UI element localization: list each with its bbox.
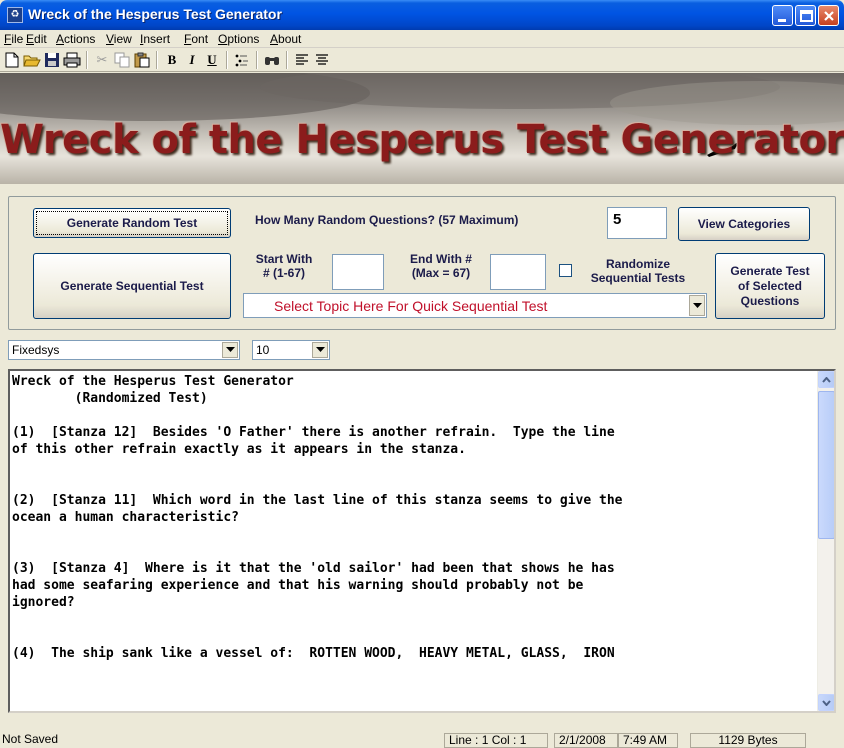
scroll-down-icon[interactable] bbox=[818, 694, 834, 711]
view-categories-button[interactable]: View Categories bbox=[678, 207, 810, 241]
topic-select-value: Select Topic Here For Quick Sequential T… bbox=[274, 298, 548, 314]
close-button[interactable] bbox=[818, 5, 839, 26]
menu-about[interactable]: About bbox=[270, 32, 301, 46]
toolbar: ✂ B I U bbox=[0, 48, 844, 72]
find-icon[interactable] bbox=[262, 50, 282, 70]
maximize-button[interactable] bbox=[795, 5, 816, 26]
generate-random-test-button[interactable]: Generate Random Test bbox=[33, 208, 231, 238]
new-file-icon[interactable] bbox=[2, 50, 22, 70]
toolbar-separator bbox=[86, 51, 88, 69]
toolbar-separator bbox=[226, 51, 228, 69]
menu-file[interactable]: File bbox=[4, 32, 23, 46]
menu-view[interactable]: View bbox=[106, 32, 132, 46]
end-with-label: End With # (Max = 67) bbox=[410, 252, 472, 280]
font-size-value: 10 bbox=[256, 343, 270, 357]
banner-title: Wreck of the Hesperus Test Generator bbox=[0, 117, 844, 163]
banner: Wreck of the Hesperus Test Generator bbox=[0, 73, 844, 184]
font-bar: Fixedsys 10 bbox=[8, 336, 836, 364]
bullets-icon[interactable] bbox=[232, 50, 252, 70]
print-icon[interactable] bbox=[62, 50, 82, 70]
align-center-icon[interactable] bbox=[312, 50, 332, 70]
toolbar-separator bbox=[256, 51, 258, 69]
vertical-scrollbar[interactable] bbox=[817, 371, 834, 711]
menu-edit[interactable]: Edit bbox=[26, 32, 47, 46]
randomize-checkbox[interactable] bbox=[559, 264, 572, 277]
cut-icon[interactable]: ✂ bbox=[92, 50, 112, 70]
test-editor[interactable]: Wreck of the Hesperus Test Generator (Ra… bbox=[8, 369, 836, 713]
font-size-select[interactable]: 10 bbox=[252, 340, 330, 360]
menu-font[interactable]: Font bbox=[184, 32, 208, 46]
font-family-value: Fixedsys bbox=[12, 343, 60, 357]
font-family-select[interactable]: Fixedsys bbox=[8, 340, 240, 360]
how-many-label: How Many Random Questions? (57 Maximum) bbox=[255, 213, 519, 227]
toolbar-separator bbox=[156, 51, 158, 69]
start-with-label: Start With # (1-67) bbox=[255, 252, 313, 280]
scroll-up-icon[interactable] bbox=[818, 371, 834, 388]
menu-options[interactable]: Options bbox=[218, 32, 259, 46]
generate-sequential-test-button[interactable]: Generate Sequential Test bbox=[33, 253, 231, 319]
topic-select[interactable]: Select Topic Here For Quick Sequential T… bbox=[243, 293, 707, 318]
copy-icon[interactable] bbox=[112, 50, 132, 70]
title-bar[interactable]: ♻ Wreck of the Hesperus Test Generator bbox=[0, 0, 844, 30]
italic-icon[interactable]: I bbox=[182, 50, 202, 70]
status-bar: Not Saved Line : 1 Col : 1 2/1/2008 7:49… bbox=[0, 732, 844, 748]
file-size: 1129 Bytes bbox=[690, 733, 806, 748]
menu-insert[interactable]: Insert bbox=[140, 32, 170, 46]
scrollbar-thumb[interactable] bbox=[818, 391, 834, 539]
paste-icon[interactable] bbox=[132, 50, 152, 70]
align-left-icon[interactable] bbox=[292, 50, 312, 70]
start-with-input[interactable] bbox=[332, 254, 384, 290]
open-folder-icon[interactable] bbox=[22, 50, 42, 70]
status-date: 2/1/2008 bbox=[554, 733, 618, 748]
bold-icon[interactable]: B bbox=[162, 50, 182, 70]
control-panel: Generate Random Test How Many Random Que… bbox=[8, 196, 836, 330]
menu-actions[interactable]: Actions bbox=[56, 32, 95, 46]
menu-bar: File Edit Actions View Insert Font Optio… bbox=[0, 30, 844, 48]
app-icon: ♻ bbox=[7, 7, 23, 23]
end-with-input[interactable] bbox=[490, 254, 546, 290]
randomize-label: Randomize Sequential Tests bbox=[590, 257, 686, 285]
window-title: Wreck of the Hesperus Test Generator bbox=[28, 6, 282, 22]
question-count-input[interactable]: 5 bbox=[607, 207, 667, 239]
minimize-button[interactable] bbox=[772, 5, 793, 26]
cursor-position: Line : 1 Col : 1 bbox=[444, 733, 548, 748]
chevron-down-icon[interactable] bbox=[689, 295, 705, 316]
toolbar-separator bbox=[286, 51, 288, 69]
generate-selected-questions-button[interactable]: Generate Test of Selected Questions bbox=[715, 253, 825, 319]
status-time: 7:49 AM bbox=[618, 733, 678, 748]
editor-content[interactable]: Wreck of the Hesperus Test Generator (Ra… bbox=[12, 373, 802, 662]
chevron-down-icon[interactable] bbox=[312, 342, 328, 358]
save-icon[interactable] bbox=[42, 50, 62, 70]
save-status: Not Saved bbox=[2, 732, 59, 746]
chevron-down-icon[interactable] bbox=[222, 342, 238, 358]
underline-icon[interactable]: U bbox=[202, 50, 222, 70]
